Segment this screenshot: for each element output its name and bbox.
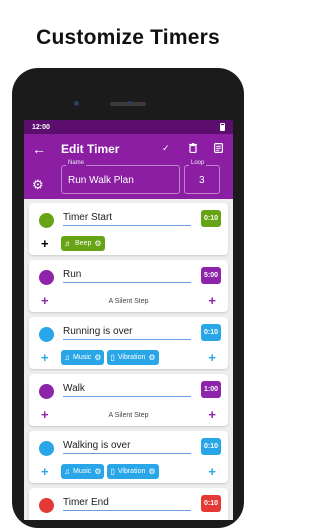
step-name-input[interactable]: Timer Start <box>63 212 191 226</box>
vibration-chip[interactable]: ▯ Vibration ⚙ <box>107 464 159 479</box>
step-name-input[interactable]: Timer End <box>63 497 191 511</box>
step-color-dot[interactable] <box>39 384 54 399</box>
step-sound-chips: ♬ Beep ⚙ <box>61 236 105 251</box>
app-screen: 12:00 ← Edit Timer ✓ ⚙ Name Run Walk Pla… <box>24 120 233 520</box>
app-bar: ← Edit Timer ✓ ⚙ Name Run Walk Plan Loop… <box>24 134 233 199</box>
chip-gear-icon[interactable]: ⚙ <box>148 353 155 362</box>
step-card[interactable]: Walking is over 0:10 + ♫ Music ⚙ ▯ Vibra… <box>29 431 228 483</box>
step-name-input[interactable]: Walking is over <box>63 440 191 454</box>
add-step-plus-icon[interactable]: + <box>41 237 49 250</box>
chip-label: Vibration <box>117 354 146 361</box>
music-note-icon: ♫ <box>64 352 70 362</box>
step-duration-badge[interactable]: 0:10 <box>201 210 221 227</box>
step-sound-chips: ♫ Music ⚙ ▯ Vibration ⚙ <box>61 464 159 479</box>
step-sound-chips: ♫ Music ⚙ ▯ Vibration ⚙ <box>61 350 159 365</box>
loop-field-value: 3 <box>199 175 205 186</box>
status-time: 12:00 <box>32 123 50 131</box>
step-card[interactable]: Timer Start 0:10 + ♬ Beep ⚙ <box>29 203 228 255</box>
step-color-dot[interactable] <box>39 270 54 285</box>
step-color-dot[interactable] <box>39 498 54 513</box>
add-sound-plus-icon[interactable]: + <box>208 351 216 364</box>
step-duration-badge[interactable]: 0:10 <box>201 324 221 341</box>
vibration-icon: ▯ <box>110 352 115 362</box>
silent-step-label: A Silent Step <box>108 298 149 305</box>
sound-chip[interactable]: ♫ Music ⚙ <box>61 350 105 365</box>
add-step-plus-icon[interactable]: + <box>41 351 49 364</box>
chip-label: Music <box>73 354 92 361</box>
step-name-input[interactable]: Walk <box>63 383 191 397</box>
bell-icon: ♬ <box>64 238 72 248</box>
save-check-icon[interactable]: ✓ <box>162 143 170 153</box>
chip-gear-icon[interactable]: ⚙ <box>94 467 101 476</box>
music-note-icon: ♫ <box>64 466 70 476</box>
step-duration-badge[interactable]: 1:00 <box>201 381 221 398</box>
front-camera-icon <box>74 101 79 106</box>
add-step-plus-icon[interactable]: + <box>41 465 49 478</box>
add-sound-plus-icon[interactable]: + <box>208 294 216 307</box>
timer-settings-gear-icon[interactable]: ⚙ <box>32 178 44 191</box>
chip-label: Vibration <box>117 468 146 475</box>
silent-step-label: A Silent Step <box>108 412 149 419</box>
step-card[interactable]: Walk 1:00 + A Silent Step + <box>29 374 228 426</box>
step-card[interactable]: Run 5:00 + A Silent Step + <box>29 260 228 312</box>
loop-field-label: Loop <box>189 160 207 166</box>
step-color-dot[interactable] <box>39 441 54 456</box>
vibration-icon: ▯ <box>110 466 115 476</box>
battery-icon <box>220 123 225 131</box>
name-field[interactable]: Name Run Walk Plan <box>61 160 180 194</box>
step-duration-badge[interactable]: 5:00 <box>201 267 221 284</box>
chip-gear-icon[interactable]: ⚙ <box>148 467 155 476</box>
step-duration-badge[interactable]: 0:10 <box>201 495 221 512</box>
chip-gear-icon[interactable]: ⚙ <box>94 239 101 248</box>
add-sound-plus-icon[interactable]: + <box>208 408 216 421</box>
back-arrow-icon[interactable]: ← <box>32 142 46 156</box>
step-color-dot[interactable] <box>39 327 54 342</box>
step-duration-badge[interactable]: 0:10 <box>201 438 221 455</box>
chip-label: Music <box>73 468 92 475</box>
step-color-dot[interactable] <box>39 213 54 228</box>
notes-icon[interactable] <box>214 143 224 155</box>
headline: Customize Timers <box>36 26 220 49</box>
add-sound-plus-icon[interactable]: + <box>208 465 216 478</box>
page-title: Edit Timer <box>61 142 120 156</box>
sound-chip[interactable]: ♫ Music ⚙ <box>61 464 105 479</box>
status-bar: 12:00 <box>24 120 233 134</box>
step-name-input[interactable]: Running is over <box>63 326 191 340</box>
vibration-chip[interactable]: ▯ Vibration ⚙ <box>107 350 159 365</box>
loop-field[interactable]: Loop 3 <box>184 160 220 194</box>
sound-chip[interactable]: ♬ Beep ⚙ <box>61 236 105 251</box>
chip-label: Beep <box>75 240 92 247</box>
chip-gear-icon[interactable]: ⚙ <box>94 353 101 362</box>
step-card[interactable]: Running is over 0:10 + ♫ Music ⚙ ▯ Vibra… <box>29 317 228 369</box>
step-name-input[interactable]: Run <box>63 269 191 283</box>
delete-icon[interactable] <box>189 143 197 155</box>
name-field-label: Name <box>66 160 87 166</box>
name-field-value: Run Walk Plan <box>68 175 134 186</box>
sensor-icon <box>128 101 132 105</box>
step-card[interactable]: Timer End 0:10 <box>29 488 228 520</box>
